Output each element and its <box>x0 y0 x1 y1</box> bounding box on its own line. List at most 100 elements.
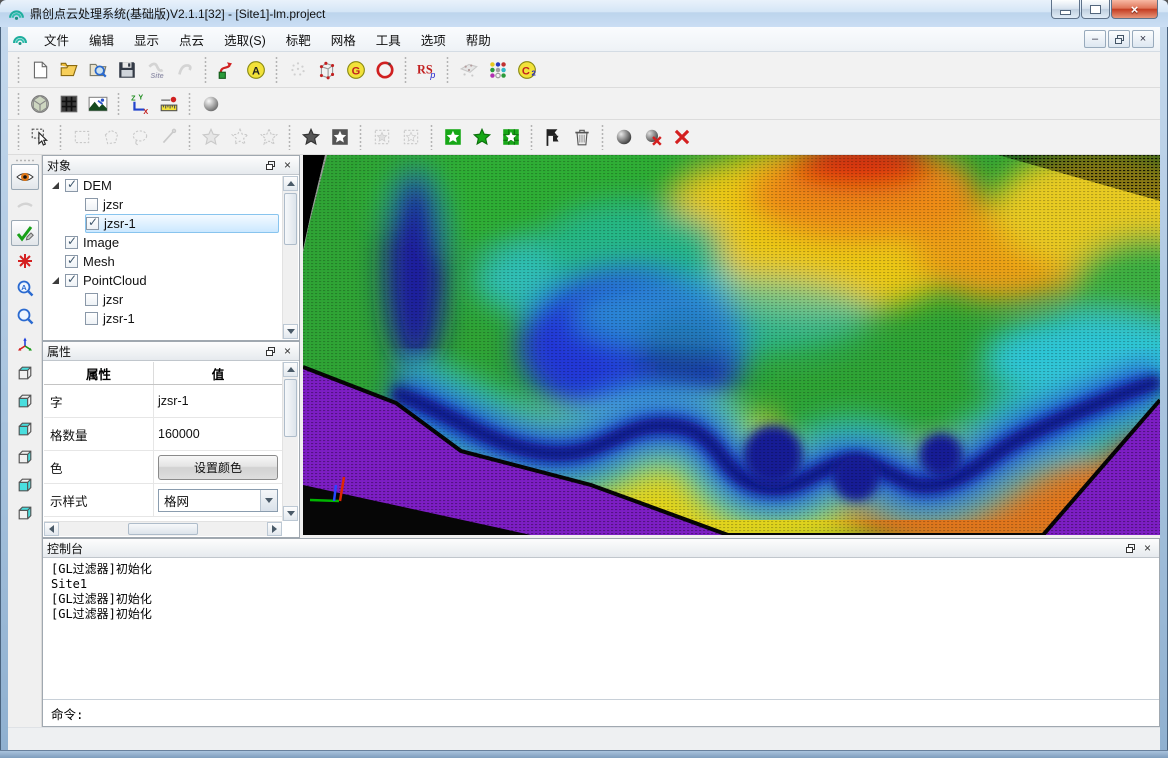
menu-item-tools[interactable]: 工具 <box>366 27 411 52</box>
cube-back-button[interactable] <box>11 472 39 498</box>
star-box-button[interactable] <box>325 124 354 150</box>
visibility-checkbox[interactable] <box>85 198 98 211</box>
rsp-button[interactable]: RSp <box>412 56 441 84</box>
menu-item-mesh[interactable]: 网格 <box>321 27 366 52</box>
register-arrow-button[interactable] <box>212 56 241 84</box>
scrollbar-thumb[interactable] <box>128 523 198 535</box>
scroll-up-arrow-icon[interactable] <box>283 176 298 191</box>
cube-right-button[interactable] <box>11 444 39 470</box>
set-color-button[interactable]: 设置颜色 <box>158 455 278 480</box>
visibility-checkbox[interactable] <box>65 236 78 249</box>
trash-button[interactable] <box>567 124 596 150</box>
minimize-button[interactable] <box>1051 0 1080 19</box>
zoom-button[interactable] <box>11 304 39 330</box>
close-button[interactable]: × <box>1111 0 1158 19</box>
tree-item-jzsr[interactable]: jzsr <box>44 195 282 214</box>
check-pen-button[interactable] <box>11 220 39 246</box>
menu-item-help[interactable]: 帮助 <box>456 27 501 52</box>
tree-item-mesh[interactable]: Mesh <box>44 252 282 271</box>
scroll-left-arrow-icon[interactable] <box>44 522 59 536</box>
combo-dropdown-button[interactable] <box>260 490 277 511</box>
tree-item-dem[interactable]: DEM <box>44 176 282 195</box>
zoom-a-button[interactable]: A <box>11 276 39 302</box>
red-asterisk-button[interactable] <box>11 248 39 274</box>
box-points-button[interactable] <box>312 56 341 84</box>
mdi-minimize-button[interactable]: – <box>1084 30 1106 48</box>
tree-item-jzsr[interactable]: jzsr <box>44 290 282 309</box>
delete-x-button[interactable] <box>667 124 696 150</box>
visibility-checkbox[interactable] <box>85 312 98 325</box>
menu-item-select[interactable]: 选取(S) <box>214 27 276 52</box>
circle-o-button[interactable] <box>370 56 399 84</box>
tree-item-pointcloud[interactable]: PointCloud <box>44 271 282 290</box>
properties-horizontal-scrollbar[interactable] <box>44 521 282 536</box>
scan-plane-icon <box>459 60 479 80</box>
circle-c2-button[interactable]: C2 <box>512 56 541 84</box>
open-file-button[interactable] <box>54 56 83 84</box>
sphere-shaded-button[interactable] <box>609 124 638 150</box>
save-button[interactable] <box>112 56 141 84</box>
grid-button[interactable] <box>54 91 83 117</box>
scrollbar-thumb[interactable] <box>284 193 297 245</box>
properties-vertical-scrollbar[interactable] <box>282 362 298 521</box>
mdi-close-button[interactable]: × <box>1132 30 1154 48</box>
circle-a-button[interactable]: A <box>241 56 270 84</box>
zyx-axes-button[interactable]: ZYX <box>125 91 154 117</box>
axes-rgb-button[interactable] <box>11 332 39 358</box>
console-float-button[interactable] <box>1123 541 1138 555</box>
command-input[interactable] <box>88 705 1159 722</box>
menu-item-edit[interactable]: 编辑 <box>79 27 124 52</box>
scroll-down-arrow-icon[interactable] <box>283 506 298 521</box>
color-grid-button[interactable] <box>483 56 512 84</box>
properties-float-button[interactable] <box>263 344 278 358</box>
menu-item-target[interactable]: 标靶 <box>276 27 321 52</box>
cube-front-button[interactable] <box>11 388 39 414</box>
cube-top-button[interactable] <box>11 360 39 386</box>
star-dark-button[interactable] <box>296 124 325 150</box>
menu-item-options[interactable]: 选项 <box>411 27 456 52</box>
sphere-poly-button[interactable] <box>25 91 54 117</box>
objects-close-button[interactable]: × <box>280 158 295 172</box>
green-box-star-button[interactable] <box>438 124 467 150</box>
visibility-checkbox[interactable] <box>65 255 78 268</box>
green-star-button[interactable] <box>467 124 496 150</box>
visibility-checkbox[interactable] <box>85 293 98 306</box>
mdi-restore-button[interactable] <box>1108 30 1130 48</box>
eye-button[interactable] <box>11 164 39 190</box>
sphere-button[interactable] <box>196 91 225 117</box>
menu-item-pointcloud[interactable]: 点云 <box>169 27 214 52</box>
flag-button[interactable] <box>538 124 567 150</box>
visibility-checkbox[interactable] <box>86 217 99 230</box>
menu-item-file[interactable]: 文件 <box>34 27 79 52</box>
sphere-delete-button[interactable] <box>638 124 667 150</box>
visibility-checkbox[interactable] <box>65 274 78 287</box>
properties-close-button[interactable]: × <box>280 344 295 358</box>
menu-item-view[interactable]: 显示 <box>124 27 169 52</box>
display-style-combo[interactable]: 格网 <box>158 489 278 512</box>
tree-item-jzsr-1[interactable]: jzsr-1 <box>44 309 282 328</box>
expander-icon[interactable] <box>52 277 59 284</box>
visibility-checkbox[interactable] <box>65 179 78 192</box>
scroll-down-arrow-icon[interactable] <box>283 324 298 339</box>
maximize-button[interactable] <box>1081 0 1110 19</box>
scroll-up-arrow-icon[interactable] <box>283 362 298 377</box>
select-cursor-button[interactable] <box>25 124 54 150</box>
expander-icon[interactable] <box>52 182 59 189</box>
objects-float-button[interactable] <box>263 158 278 172</box>
image-button[interactable] <box>83 91 112 117</box>
cube-left-button[interactable] <box>11 416 39 442</box>
viewport-3d-scene[interactable] <box>303 155 1160 535</box>
green-grid-star-button[interactable] <box>496 124 525 150</box>
objects-vertical-scrollbar[interactable] <box>282 176 298 339</box>
scroll-right-arrow-icon[interactable] <box>267 522 282 536</box>
open-search-button[interactable] <box>83 56 112 84</box>
scrollbar-thumb[interactable] <box>284 379 297 437</box>
cube-bottom-button[interactable] <box>11 500 39 526</box>
tree-item-image[interactable]: Image <box>44 233 282 252</box>
console-log[interactable]: [GL过滤器]初始化Site1[GL过滤器]初始化[GL过滤器]初始化 <box>43 558 1159 699</box>
console-close-button[interactable]: × <box>1140 541 1155 555</box>
tree-item-jzsr-1[interactable]: jzsr-1 <box>44 214 282 233</box>
new-file-button[interactable] <box>25 56 54 84</box>
ruler-button[interactable] <box>154 91 183 117</box>
circle-g-button[interactable]: G <box>341 56 370 84</box>
